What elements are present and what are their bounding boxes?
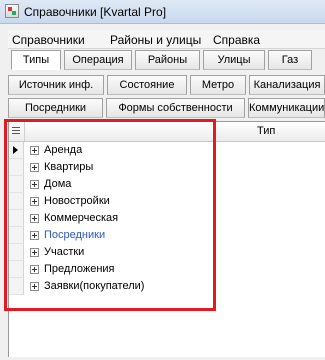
tree-row-rent[interactable]: Аренда	[9, 142, 325, 159]
tab-ownership-forms[interactable]: Формы собственности	[106, 98, 245, 118]
row-indicator[interactable]	[9, 261, 24, 278]
menu-help[interactable]: Справка	[213, 33, 260, 47]
expand-plus-icon[interactable]	[30, 197, 39, 206]
menu-districts-streets[interactable]: Районы и улицы	[110, 33, 201, 47]
row-indicator[interactable]	[9, 278, 24, 295]
title-bar: Справочники [Kvartal Pro]	[0, 0, 325, 24]
menu-directories[interactable]: Справочники	[12, 33, 85, 47]
tree-row-requests-buyers[interactable]: Заявки(покупатели)	[9, 278, 325, 295]
app-icon	[5, 4, 19, 18]
grid-rows: Аренда Квартиры Дома Новостройки Коммерч	[9, 142, 325, 295]
menu-bar: Справочники Районы и улицы Справка	[8, 30, 325, 49]
row-label: Коммерческая	[44, 212, 119, 224]
tree-row-commercial[interactable]: Коммерческая	[9, 210, 325, 227]
tree-row-plots[interactable]: Участки	[9, 244, 325, 261]
header-divider	[24, 122, 25, 141]
row-indicator[interactable]	[9, 244, 24, 261]
row-label: Участки	[44, 246, 85, 258]
types-grid[interactable]: Тип Аренда Квартиры Дома Новостройки Ком…	[8, 121, 325, 357]
tree-row-new-buildings[interactable]: Новостройки	[9, 193, 325, 210]
grid-header: Тип	[9, 122, 325, 142]
tree-row-houses[interactable]: Дома	[9, 176, 325, 193]
row-indicator[interactable]	[9, 159, 24, 176]
current-row-arrow-icon	[13, 146, 18, 154]
row-label: Предложения	[44, 263, 115, 275]
window-title: Справочники [Kvartal Pro]	[24, 5, 167, 19]
tree-row-intermediaries[interactable]: Посредники	[9, 227, 325, 244]
tab-types[interactable]: Типы	[11, 50, 61, 70]
expand-plus-icon[interactable]	[30, 248, 39, 257]
tab-intermediaries[interactable]: Посредники	[8, 98, 103, 118]
expand-plus-icon[interactable]	[30, 282, 39, 291]
app-window: Справочники [Kvartal Pro] Справочники Ра…	[0, 0, 325, 360]
tab-info-source[interactable]: Источник инф.	[8, 75, 104, 95]
tab-sewerage[interactable]: Канализация	[249, 75, 325, 95]
row-indicator[interactable]	[9, 142, 24, 159]
tab-gas[interactable]: Газ	[268, 50, 312, 70]
row-indicator[interactable]	[9, 210, 24, 227]
row-indicator[interactable]	[9, 176, 24, 193]
expand-plus-icon[interactable]	[30, 146, 39, 155]
tab-metro[interactable]: Метро	[190, 75, 246, 95]
column-header-type[interactable]: Тип	[257, 125, 275, 137]
row-indicator[interactable]	[9, 193, 24, 210]
column-chooser-icon[interactable]	[12, 127, 20, 136]
tab-streets[interactable]: Улицы	[203, 50, 265, 70]
tree-row-offers[interactable]: Предложения	[9, 261, 325, 278]
row-label: Аренда	[44, 144, 83, 156]
row-label: Дома	[44, 178, 72, 190]
row-indicator[interactable]	[9, 227, 24, 244]
tab-operation[interactable]: Операция	[64, 50, 132, 70]
tab-districts[interactable]: Районы	[135, 50, 200, 70]
row-label: Новостройки	[44, 195, 110, 207]
row-label: Квартиры	[44, 161, 94, 173]
expand-plus-icon[interactable]	[30, 231, 39, 240]
tab-communications[interactable]: Коммуникации	[248, 98, 325, 118]
row-label: Посредники	[44, 229, 106, 241]
expand-plus-icon[interactable]	[30, 214, 39, 223]
expand-plus-icon[interactable]	[30, 163, 39, 172]
row-label: Заявки(покупатели)	[44, 280, 145, 292]
tree-row-apartments[interactable]: Квартиры	[9, 159, 325, 176]
expand-plus-icon[interactable]	[30, 180, 39, 189]
tab-condition[interactable]: Состояние	[107, 75, 187, 95]
expand-plus-icon[interactable]	[30, 265, 39, 274]
